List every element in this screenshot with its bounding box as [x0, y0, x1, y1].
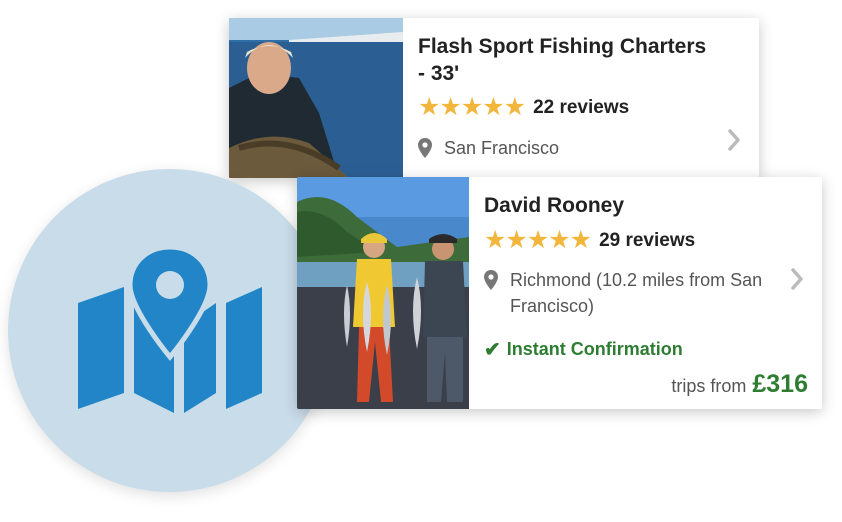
price-row: trips from £316 — [671, 370, 808, 399]
location-pin-icon — [484, 270, 498, 290]
review-count[interactable]: 29 reviews — [599, 230, 695, 252]
location-pin-icon — [418, 138, 432, 158]
listing-title[interactable]: Flash Sport Fishing Charters - 33' — [418, 33, 718, 87]
price-prefix: trips from — [671, 376, 747, 396]
star-rating-icon: ★★★★★ — [484, 226, 592, 254]
listing-card-2[interactable]: David Rooney ★★★★★ 29 reviews Richmond (… — [297, 177, 822, 409]
listing-photo-1 — [229, 18, 403, 178]
map-icon-badge — [8, 169, 331, 492]
review-count[interactable]: 22 reviews — [533, 97, 629, 119]
instant-confirmation-badge: ✔ Instant Confirmation — [484, 337, 683, 362]
rating: ★★★★★ 22 reviews — [418, 95, 629, 120]
location-text: San Francisco — [444, 138, 560, 158]
listing-photo-2 — [297, 177, 469, 409]
price: £316 — [752, 370, 808, 398]
location-text: Richmond (10.2 miles from San Francisco) — [510, 270, 763, 316]
rating: ★★★★★ 29 reviews — [484, 228, 695, 253]
checkmark-icon: ✔ — [484, 339, 501, 361]
location: Richmond (10.2 miles from San Francisco) — [484, 267, 774, 319]
listing-info-2: David Rooney ★★★★★ 29 reviews Richmond (… — [484, 177, 822, 409]
listing-card-1[interactable]: Flash Sport Fishing Charters - 33' ★★★★★… — [229, 18, 759, 178]
confirmation-text: Instant Confirmation — [506, 339, 683, 359]
map-pin-icon — [78, 247, 262, 413]
location: San Francisco — [418, 135, 559, 161]
listing-title[interactable]: David Rooney — [484, 192, 784, 219]
star-rating-icon: ★★★★★ — [418, 93, 526, 121]
listing-info-1: Flash Sport Fishing Charters - 33' ★★★★★… — [418, 18, 759, 178]
chevron-right-icon[interactable] — [790, 267, 804, 291]
chevron-right-icon[interactable] — [727, 128, 741, 152]
